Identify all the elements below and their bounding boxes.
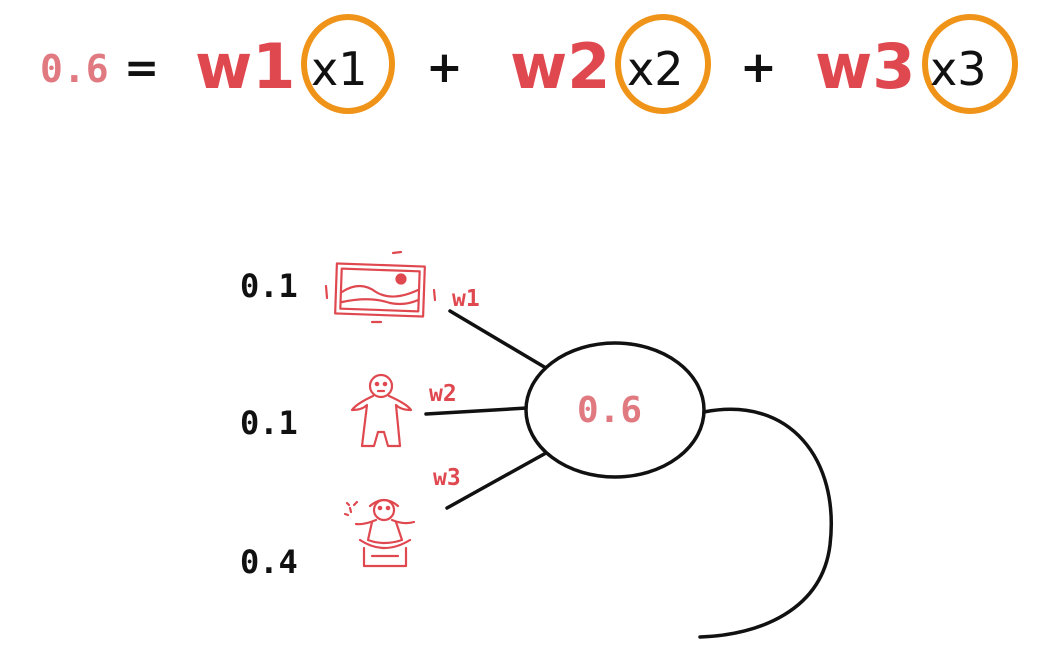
equation-plus-sign-2: + xyxy=(740,42,777,93)
connection-line-1 xyxy=(448,309,548,370)
equation-plus-sign-1: + xyxy=(426,42,463,93)
weight-label-w1: w1 xyxy=(452,286,480,312)
input-value-3: 0.4 xyxy=(240,543,298,581)
equation-weight-w2: w2 xyxy=(510,30,610,103)
landscape-picture-icon xyxy=(324,250,437,324)
equation-weight-w1: w1 xyxy=(195,30,295,103)
weight-label-w2: w2 xyxy=(429,381,457,407)
person-figure-icon xyxy=(350,373,413,448)
equation-input-x1: x1 xyxy=(311,42,368,96)
connection-line-3 xyxy=(445,451,548,510)
equation-input-x2: x2 xyxy=(627,42,684,96)
input-value-2: 0.1 xyxy=(240,404,298,442)
girl-figure-icon xyxy=(343,498,416,568)
equation-result: 0.6 xyxy=(40,47,109,91)
output-curve-line xyxy=(698,407,833,639)
equation-weight-w3: w3 xyxy=(815,30,915,103)
neuron-diagram-canvas: 0.6 = w1 x1 + w2 x2 + w3 x3 0.1 0.1 0.4 xyxy=(40,14,1018,639)
input-value-1: 0.1 xyxy=(240,267,298,305)
equation-input-x3: x3 xyxy=(930,42,987,96)
neuron-node-value: 0.6 xyxy=(577,390,642,431)
connection-line-2 xyxy=(424,406,529,416)
equation-equals-sign: = xyxy=(124,43,159,92)
weight-label-w3: w3 xyxy=(433,465,461,491)
weighted-sum-equation: 0.6 = w1 x1 + w2 x2 + w3 x3 xyxy=(40,14,1018,114)
